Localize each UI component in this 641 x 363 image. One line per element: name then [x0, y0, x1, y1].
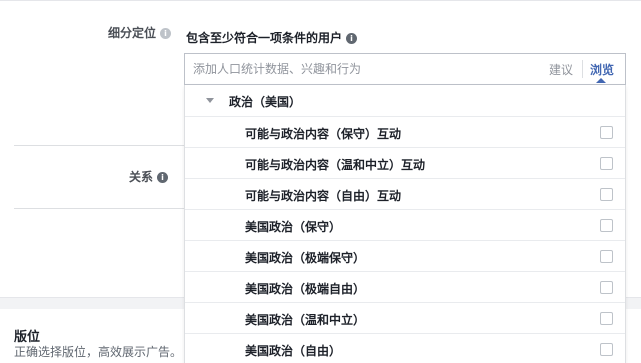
option-row[interactable]: 美国政治（极端保守）: [185, 241, 625, 272]
info-icon[interactable]: i: [157, 172, 169, 183]
option-row[interactable]: 可能与政治内容（自由）互动: [185, 179, 625, 210]
row-divider: [14, 145, 184, 146]
info-icon[interactable]: i: [160, 28, 172, 39]
option-label: 美国政治（极端保守）: [245, 251, 366, 265]
browse-button[interactable]: 浏览: [590, 61, 614, 78]
detailed-targeting-label-text: 细分定位: [108, 26, 157, 40]
option-label: 美国政治（保守）: [245, 220, 342, 234]
option-label: 可能与政治内容（保守）互动: [245, 127, 402, 141]
option-row[interactable]: 可能与政治内容（温和中立）互动: [185, 148, 625, 179]
option-checkbox[interactable]: [600, 250, 613, 263]
top-divider: [0, 0, 641, 1]
category-row[interactable]: 政治（美国）: [185, 85, 625, 117]
row-divider: [14, 208, 184, 209]
relationship-label: 关系 i: [129, 168, 169, 185]
relationship-label-text: 关系: [129, 170, 154, 184]
option-checkbox[interactable]: [600, 219, 613, 232]
option-label: 可能与政治内容（温和中立）互动: [245, 158, 426, 172]
category-label: 政治（美国）: [229, 95, 302, 109]
option-label: 美国政治（极端自由）: [245, 282, 366, 296]
placement-description: 正确选择版位，高效展示广告。: [14, 345, 183, 359]
option-checkbox[interactable]: [600, 126, 613, 139]
browse-dropdown: 政治（美国） 可能与政治内容（保守）互动 可能与政治内容（温和中立）互动 可能与…: [184, 85, 626, 363]
detailed-targeting-label: 细分定位 i: [108, 24, 172, 41]
option-label: 可能与政治内容（自由）互动: [245, 189, 402, 203]
caret-up-icon: [596, 78, 606, 83]
option-row[interactable]: 美国政治（保守）: [185, 210, 625, 241]
detailed-targeting-search: 建议 浏览: [184, 53, 626, 85]
option-checkbox[interactable]: [600, 312, 613, 325]
targeting-hint-text: 包含至少符合一项条件的用户: [186, 31, 343, 45]
option-checkbox[interactable]: [600, 188, 613, 201]
option-checkbox[interactable]: [600, 157, 613, 170]
triangle-down-icon[interactable]: [206, 98, 214, 103]
option-checkbox[interactable]: [600, 281, 613, 294]
info-icon[interactable]: i: [346, 33, 358, 44]
option-row[interactable]: 可能与政治内容（保守）互动: [185, 117, 625, 148]
option-label: 美国政治（自由）: [245, 344, 342, 358]
option-row[interactable]: 美国政治（温和中立）: [185, 303, 625, 334]
option-checkbox[interactable]: [600, 343, 613, 356]
option-row[interactable]: 美国政治（极端自由）: [185, 272, 625, 303]
targeting-hint: 包含至少符合一项条件的用户 i: [186, 29, 358, 46]
option-row[interactable]: 美国政治（自由）: [185, 334, 625, 363]
search-divider: [582, 60, 583, 78]
suggestions-button[interactable]: 建议: [549, 61, 573, 78]
option-label: 美国政治（温和中立）: [245, 313, 366, 327]
targeting-search-input[interactable]: [193, 54, 533, 84]
